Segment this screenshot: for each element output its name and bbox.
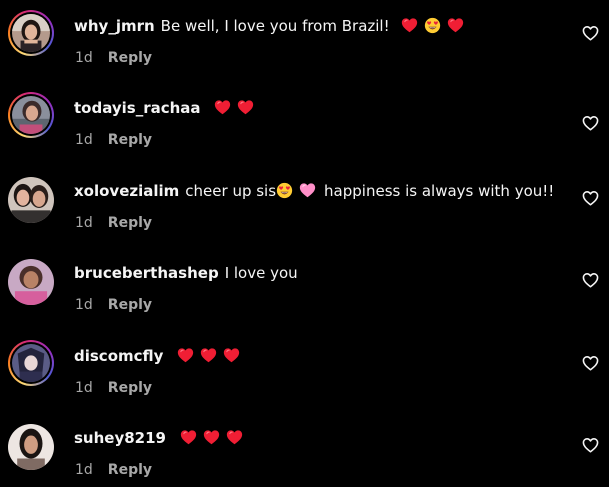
- comment-timestamp: 1d: [75, 297, 93, 313]
- like-heart-icon[interactable]: [582, 355, 599, 371]
- avatar[interactable]: [8, 92, 54, 138]
- red-heart-emoji-icon: [237, 99, 254, 116]
- comment-username[interactable]: discomcfly: [74, 347, 163, 365]
- comment-username[interactable]: todayis_rachaa: [74, 99, 201, 117]
- comment-item: suhey8219 1d Reply: [0, 412, 609, 482]
- comment-line: xolovezialim cheer up sis happiness is alw…: [74, 181, 554, 201]
- comment-text: I love you: [224, 264, 298, 282]
- comment-timestamp: 1d: [75, 132, 93, 148]
- comment-timestamp: 1d: [75, 50, 93, 66]
- comment-line: why_jmrn Be well, I love you from Brazil!: [74, 16, 467, 36]
- like-heart-icon[interactable]: [582, 25, 599, 41]
- red-heart-emoji-icon: [226, 429, 243, 446]
- pink-heart-emoji-icon: [299, 182, 316, 199]
- avatar[interactable]: [8, 340, 54, 386]
- avatar[interactable]: [8, 177, 54, 223]
- red-heart-emoji-icon: [200, 347, 217, 364]
- comment-username[interactable]: xolovezialim: [74, 182, 179, 200]
- reply-button[interactable]: Reply: [108, 215, 152, 231]
- like-heart-icon[interactable]: [582, 190, 599, 206]
- comment-meta: 1d Reply: [75, 131, 152, 149]
- comment-meta: 1d Reply: [75, 461, 152, 479]
- comment-username[interactable]: why_jmrn: [74, 17, 155, 35]
- comment-item: why_jmrn Be well, I love you from Brazil!…: [0, 0, 609, 70]
- heart-eyes-emoji-icon: [424, 17, 441, 34]
- like-heart-icon[interactable]: [582, 437, 599, 453]
- comment-line: suhey8219: [74, 428, 246, 448]
- comment-timestamp: 1d: [75, 215, 93, 231]
- avatar-image: [8, 424, 54, 470]
- comment-meta: 1d Reply: [75, 379, 152, 397]
- comment-meta: 1d Reply: [75, 214, 152, 232]
- comment-text: cheer up sis: [185, 182, 277, 200]
- like-heart-icon[interactable]: [582, 272, 599, 288]
- avatar-image: [12, 14, 50, 52]
- red-heart-emoji-icon: [177, 347, 194, 364]
- avatar[interactable]: [8, 424, 54, 470]
- red-heart-emoji-icon: [223, 347, 240, 364]
- reply-button[interactable]: Reply: [108, 380, 152, 396]
- comment-line: todayis_rachaa: [74, 98, 257, 118]
- red-heart-emoji-icon: [214, 99, 231, 116]
- comment-line: discomcfly: [74, 346, 243, 366]
- avatar[interactable]: [8, 259, 54, 305]
- like-heart-icon[interactable]: [582, 115, 599, 131]
- comment-line: bruceberthashep I love you: [74, 263, 298, 283]
- comment-username[interactable]: suhey8219: [74, 429, 166, 447]
- reply-button[interactable]: Reply: [108, 132, 152, 148]
- avatar-image: [8, 259, 54, 305]
- comment-timestamp: 1d: [75, 380, 93, 396]
- avatar[interactable]: [8, 10, 54, 56]
- red-heart-emoji-icon: [180, 429, 197, 446]
- comment-meta: 1d Reply: [75, 49, 152, 67]
- comment-item: discomcfly 1d Reply: [0, 330, 609, 400]
- comment-item: todayis_rachaa 1d Reply: [0, 82, 609, 152]
- avatar-image: [8, 177, 54, 223]
- comment-username[interactable]: bruceberthashep: [74, 264, 219, 282]
- heart-eyes-emoji-icon: [276, 182, 293, 199]
- avatar-image: [12, 344, 50, 382]
- comment-item: bruceberthashep I love you 1d Reply: [0, 247, 609, 317]
- red-heart-emoji-icon: [203, 429, 220, 446]
- comment-meta: 1d Reply: [75, 296, 152, 314]
- comment-timestamp: 1d: [75, 462, 93, 478]
- reply-button[interactable]: Reply: [108, 50, 152, 66]
- avatar-image: [12, 96, 50, 134]
- red-heart-emoji-icon: [401, 17, 418, 34]
- comment-item: xolovezialim cheer up sis happiness is alw…: [0, 165, 609, 235]
- comment-text-continued: happiness is always with you!!: [324, 182, 555, 200]
- comment-text: Be well, I love you from Brazil!: [160, 17, 390, 35]
- reply-button[interactable]: Reply: [108, 462, 152, 478]
- red-heart-emoji-icon: [447, 17, 464, 34]
- reply-button[interactable]: Reply: [108, 297, 152, 313]
